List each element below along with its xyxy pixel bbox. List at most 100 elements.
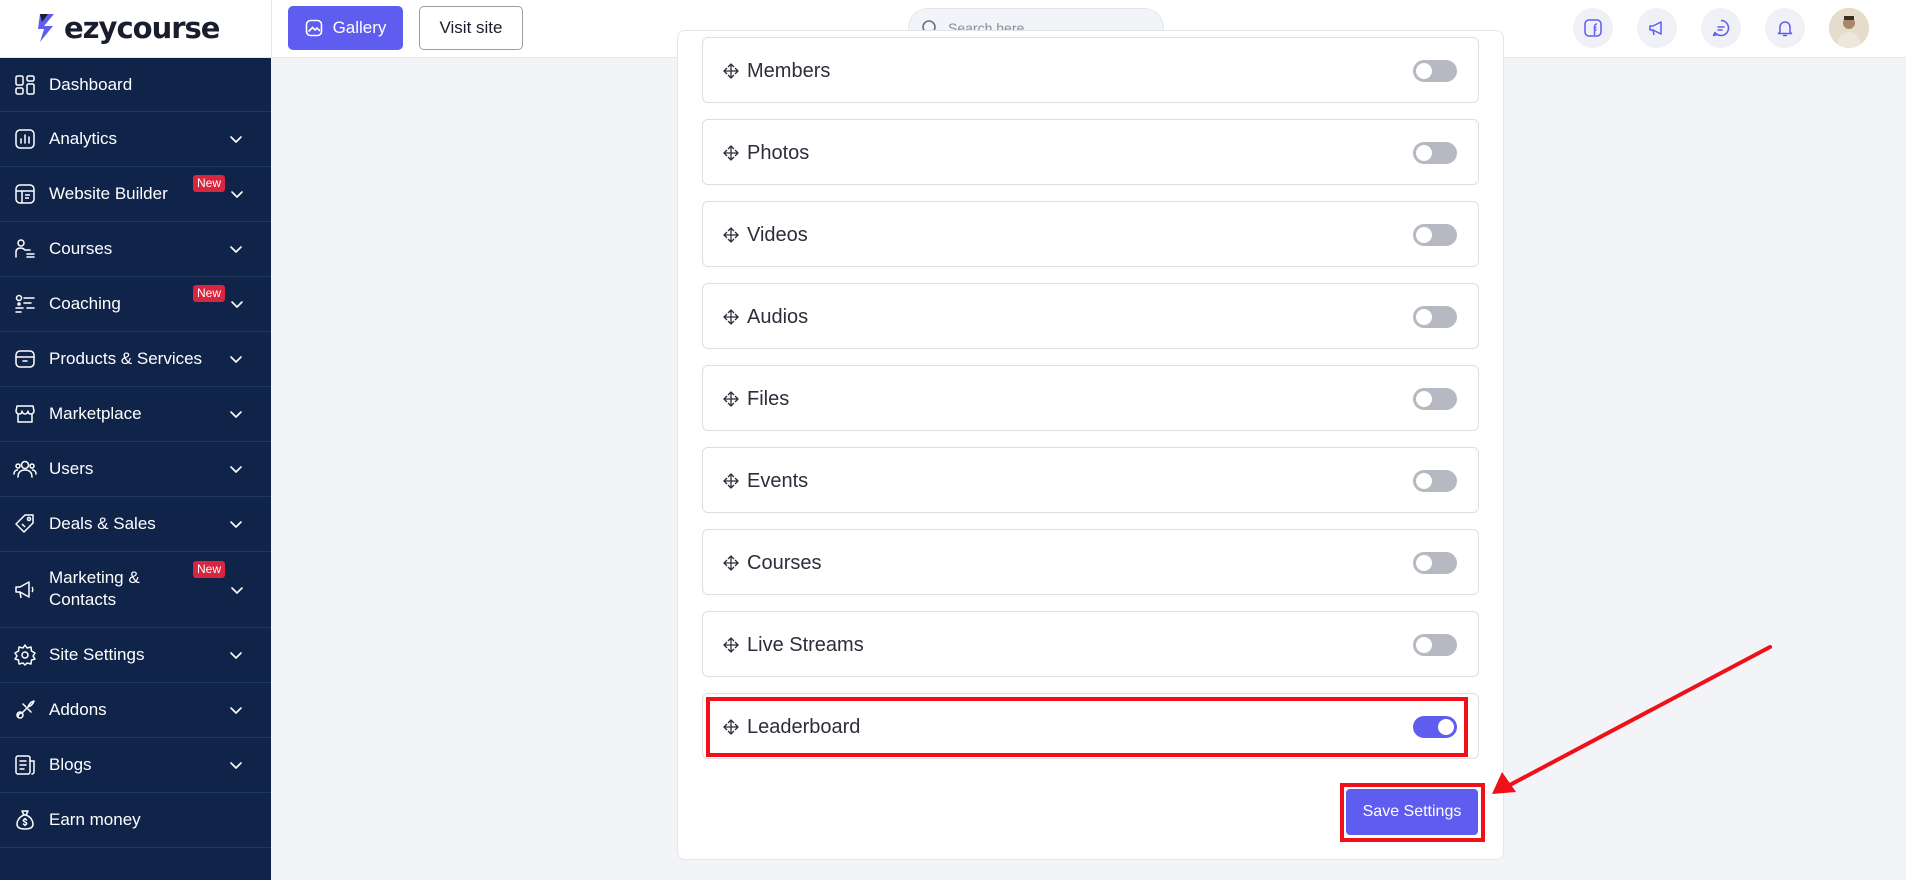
setting-label: Audios xyxy=(747,306,809,328)
drag-handle-icon[interactable] xyxy=(723,391,739,407)
logo[interactable]: ezycourse xyxy=(36,10,220,46)
photos-toggle[interactable] xyxy=(1413,142,1457,164)
sidebar-item-dashboard[interactable]: Dashboard xyxy=(0,58,271,112)
sidebar-item-addons[interactable]: Addons xyxy=(0,683,271,738)
chevron-down-icon xyxy=(230,411,242,418)
deals-icon xyxy=(13,512,37,536)
sidebar-item-blogs[interactable]: Blogs xyxy=(0,738,271,793)
members-toggle[interactable] xyxy=(1413,60,1457,82)
sidebar-item-label: Dashboard xyxy=(49,75,133,94)
files-toggle[interactable] xyxy=(1413,388,1457,410)
courses-icon xyxy=(13,237,37,261)
sidebar-item-marketing-contacts[interactable]: Marketing & Contacts New xyxy=(0,552,271,628)
top-divider xyxy=(271,0,272,58)
new-badge: New xyxy=(193,175,226,192)
sidebar-item-label: Addons xyxy=(49,700,107,719)
sidebar-item-website-builder[interactable]: Website Builder New xyxy=(0,167,271,222)
sidebar-item-users[interactable]: Users xyxy=(0,442,271,497)
drag-handle-icon[interactable] xyxy=(723,555,739,571)
sidebar-item-analytics[interactable]: Analytics xyxy=(0,112,271,167)
megaphone-icon xyxy=(1649,21,1662,36)
drag-handle-icon[interactable] xyxy=(723,145,739,161)
setting-row-photos: Photos xyxy=(702,119,1479,185)
toggle-knob xyxy=(1416,145,1432,161)
user-avatar[interactable] xyxy=(1829,8,1869,48)
marketing-icon xyxy=(13,578,37,602)
dashboard-icon xyxy=(13,73,37,97)
products-icon xyxy=(13,347,37,371)
sidebar-item-label: Coaching xyxy=(49,294,121,313)
sidebar-item-label-line1: Marketing & xyxy=(49,568,140,587)
website-builder-icon xyxy=(13,182,37,206)
save-settings-button[interactable]: Save Settings xyxy=(1346,789,1478,835)
setting-label: Members xyxy=(747,60,831,82)
toggle-knob xyxy=(1416,555,1432,571)
setting-label: Live Streams xyxy=(747,634,864,656)
chevron-down-icon xyxy=(230,466,242,473)
chevron-down-icon xyxy=(230,136,242,143)
sidebar-item-label: Marketplace xyxy=(49,404,142,423)
sidebar-item-label: Earn money xyxy=(49,810,141,829)
site-settings-icon xyxy=(13,643,37,667)
sidebar-item-label: Users xyxy=(49,459,94,478)
sidebar-item-marketplace[interactable]: Marketplace xyxy=(0,387,271,442)
events-toggle[interactable] xyxy=(1413,470,1457,492)
drag-handle-icon[interactable] xyxy=(723,63,739,79)
toggle-knob xyxy=(1416,391,1432,407)
live-streams-toggle[interactable] xyxy=(1413,634,1457,656)
logo-text: ezycourse xyxy=(64,11,220,45)
toggle-knob xyxy=(1416,309,1432,325)
drag-handle-icon[interactable] xyxy=(723,473,739,489)
audios-toggle[interactable] xyxy=(1413,306,1457,328)
visit-site-button[interactable]: Visit site xyxy=(419,6,523,50)
sidebar-item-label: Deals & Sales xyxy=(49,514,156,533)
setting-label: Photos xyxy=(747,142,810,164)
sidebar-item-courses[interactable]: Courses xyxy=(0,222,271,277)
sidebar-item-deals-sales[interactable]: Deals & Sales xyxy=(0,497,271,552)
sidebar-item-site-settings[interactable]: Site Settings xyxy=(0,628,271,683)
facebook-icon xyxy=(1584,19,1602,37)
chevron-down-icon xyxy=(230,707,242,714)
chevron-down-icon xyxy=(230,762,242,769)
addons-icon xyxy=(13,698,37,722)
videos-toggle[interactable] xyxy=(1413,224,1457,246)
toggle-knob xyxy=(1416,473,1432,489)
setting-row-videos: Videos xyxy=(702,201,1479,267)
new-badge: New xyxy=(193,561,226,578)
setting-label: Videos xyxy=(747,224,808,246)
facebook-button[interactable] xyxy=(1573,8,1613,48)
sidebar: Dashboard Analytics Website Builder New … xyxy=(0,58,271,880)
sidebar-item-label: Website Builder xyxy=(49,184,168,203)
toggle-knob xyxy=(1416,227,1432,243)
sidebar-item-coaching[interactable]: Coaching New xyxy=(0,277,271,332)
bell-icon xyxy=(1777,21,1793,37)
chevron-down-icon xyxy=(231,301,243,308)
toggle-knob xyxy=(1416,63,1432,79)
setting-row-members: Members xyxy=(702,37,1479,103)
analytics-icon xyxy=(13,127,37,151)
avatar-icon xyxy=(1829,8,1869,48)
drag-handle-icon[interactable] xyxy=(723,227,739,243)
chevron-down-icon xyxy=(231,191,243,198)
blogs-icon xyxy=(13,753,37,777)
chevron-down-icon xyxy=(230,246,242,253)
setting-row-courses: Courses xyxy=(702,529,1479,595)
gallery-button[interactable]: Gallery xyxy=(288,6,403,50)
drag-handle-icon[interactable] xyxy=(723,309,739,325)
sidebar-item-label: Blogs xyxy=(49,755,92,774)
setting-row-events: Events xyxy=(702,447,1479,513)
sidebar-item-products-services[interactable]: Products & Services xyxy=(0,332,271,387)
toggle-knob xyxy=(1416,637,1432,653)
sidebar-item-earn-money[interactable]: Earn money xyxy=(0,793,271,848)
setting-label: Files xyxy=(747,388,790,410)
drag-handle-icon[interactable] xyxy=(723,637,739,653)
sidebar-item-label: Products & Services xyxy=(49,349,203,368)
sidebar-item-label-line2: Contacts xyxy=(49,590,117,609)
setting-row-audios: Audios xyxy=(702,283,1479,349)
setting-row-files: Files xyxy=(702,365,1479,431)
messages-button[interactable] xyxy=(1701,8,1741,48)
courses-toggle[interactable] xyxy=(1413,552,1457,574)
notifications-button[interactable] xyxy=(1765,8,1805,48)
leaderboard-highlight-box xyxy=(706,697,1468,757)
announcement-button[interactable] xyxy=(1637,8,1677,48)
